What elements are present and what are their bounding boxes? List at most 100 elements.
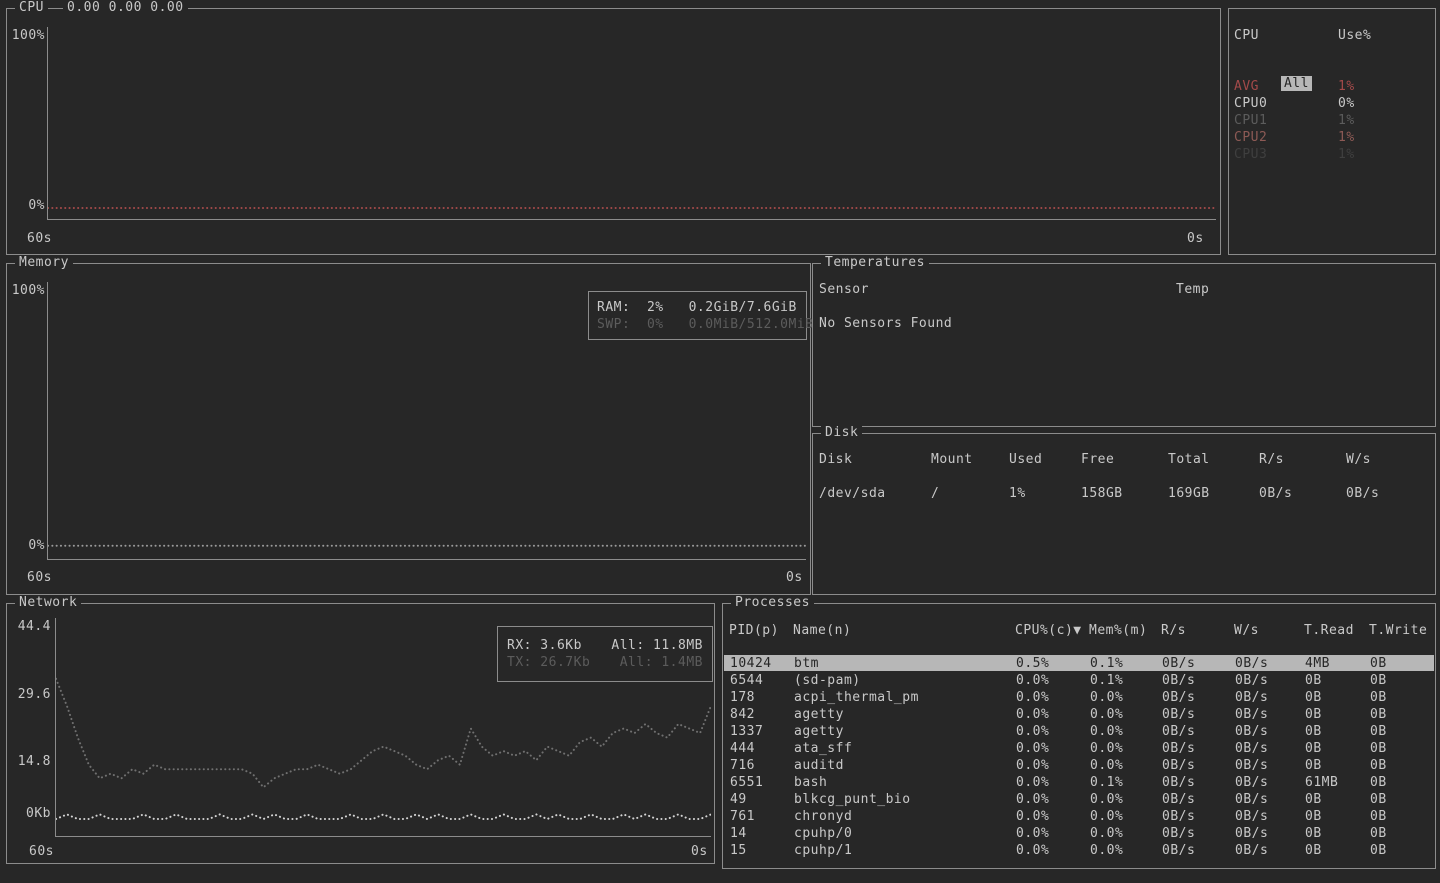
- process-row[interactable]: 49blkcg_punt_bio0.0%0.0%0B/s0B/s0B0B: [724, 791, 1434, 807]
- process-cell: 0B/s: [1235, 792, 1268, 807]
- process-cell: auditd: [794, 758, 844, 773]
- proc-col-cpu[interactable]: CPU%(c)▼: [1015, 623, 1082, 638]
- process-row[interactable]: 761chronyd0.0%0.0%0B/s0B/s0B0B: [724, 808, 1434, 824]
- process-cell: 61MB: [1305, 775, 1338, 790]
- process-cell: 0.1%: [1090, 775, 1123, 790]
- process-cell: agetty: [794, 724, 844, 739]
- process-row[interactable]: 14cpuhp/00.0%0.0%0B/s0B/s0B0B: [724, 825, 1434, 841]
- process-cell: 0B: [1370, 826, 1387, 841]
- memory-y-max-label: 100%: [9, 283, 45, 298]
- process-cell: 0B/s: [1162, 673, 1195, 688]
- process-cell: 0B: [1305, 690, 1322, 705]
- disk-col-free[interactable]: Free: [1081, 452, 1114, 467]
- process-cell: 0B/s: [1235, 724, 1268, 739]
- processes-panel-title: Processes: [731, 595, 814, 610]
- process-row[interactable]: 842agetty0.0%0.0%0B/s0B/s0B0B: [724, 706, 1434, 722]
- network-y-label-3: 44.4: [9, 619, 51, 634]
- process-cell: 0.0%: [1090, 690, 1123, 705]
- process-cell: 0B/s: [1235, 673, 1268, 688]
- process-cell: 0.0%: [1090, 843, 1123, 858]
- process-row[interactable]: 444ata_sff0.0%0.0%0B/s0B/s0B0B: [724, 740, 1434, 756]
- process-cell: 0.5%: [1016, 656, 1049, 671]
- tx-total-label: All: 1.4MB: [620, 655, 703, 670]
- process-cell: 0B/s: [1235, 741, 1268, 756]
- process-cell: 0B/s: [1235, 809, 1268, 824]
- network-x-left-label: 60s: [29, 844, 54, 859]
- process-cell: 0.0%: [1016, 741, 1049, 756]
- process-row[interactable]: 15cpuhp/10.0%0.0%0B/s0B/s0B0B: [724, 842, 1434, 858]
- process-cell: 0B: [1370, 690, 1387, 705]
- process-cell: 761: [730, 809, 755, 824]
- process-cell: cpuhp/1: [794, 843, 852, 858]
- process-cell: 0B: [1370, 843, 1387, 858]
- process-row[interactable]: 6544(sd-pam)0.0%0.1%0B/s0B/s0B0B: [724, 672, 1434, 688]
- process-cell: 0B: [1370, 792, 1387, 807]
- process-cell: 0.0%: [1016, 826, 1049, 841]
- process-cell: 15: [730, 843, 747, 858]
- disk-panel[interactable]: Disk Disk Mount Used Free Total R/s W/s …: [812, 433, 1436, 595]
- network-x-right-label: 0s: [691, 844, 708, 859]
- network-legend-box: RX: 3.6Kb All: 11.8MB TX: 26.7Kb All: 1.…: [497, 626, 713, 682]
- cpu-legend-panel[interactable]: CPU Use% All AVG 1% CPU0 0% CPU1 1% CPU2…: [1228, 8, 1436, 255]
- rx-total-label: All: 11.8MB: [611, 638, 703, 653]
- network-graph-panel[interactable]: Network 44.4 29.6 14.8 0Kb RX: 3.6Kb All…: [6, 603, 715, 864]
- temps-col-temp[interactable]: Temp: [1176, 282, 1209, 297]
- proc-col-twrite[interactable]: T.Write: [1369, 623, 1427, 638]
- proc-col-pid[interactable]: PID(p): [729, 623, 779, 638]
- cpu-loadavg: 0.00 0.00 0.00: [63, 0, 188, 15]
- memory-x-left-label: 60s: [27, 570, 52, 585]
- proc-col-tread[interactable]: T.Read: [1304, 623, 1354, 638]
- process-cell: btm: [794, 656, 819, 671]
- proc-col-name[interactable]: Name(n): [793, 623, 851, 638]
- disk-col-used[interactable]: Used: [1009, 452, 1042, 467]
- proc-col-rs[interactable]: R/s: [1161, 623, 1186, 638]
- process-cell: 0B: [1370, 707, 1387, 722]
- disk-col-rs[interactable]: R/s: [1259, 452, 1284, 467]
- process-cell: 0.0%: [1016, 792, 1049, 807]
- process-cell: (sd-pam): [794, 673, 861, 688]
- cpu-plot-area[interactable]: [47, 27, 1216, 220]
- btm-system-monitor: CPU 0.00 0.00 0.00 100% 0% 60s 0s CPU Us…: [0, 0, 1440, 883]
- temperatures-panel-title: Temperatures: [821, 255, 929, 270]
- process-cell: 0B: [1305, 843, 1322, 858]
- process-cell: 0.0%: [1016, 690, 1049, 705]
- temps-col-sensor[interactable]: Sensor: [819, 282, 869, 297]
- process-cell: 0B: [1305, 724, 1322, 739]
- process-cell: 0.0%: [1016, 673, 1049, 688]
- process-cell: 0.0%: [1090, 724, 1123, 739]
- processes-panel[interactable]: Processes PID(p) Name(n) CPU%(c)▼ Mem%(m…: [722, 603, 1436, 869]
- cpu-legend-all-label: All: [1281, 76, 1312, 91]
- disk-col-mount[interactable]: Mount: [931, 452, 973, 467]
- cpu-x-right-label: 0s: [1187, 231, 1204, 246]
- cpu-graph-panel[interactable]: CPU 0.00 0.00 0.00 100% 0% 60s 0s: [6, 8, 1221, 255]
- process-cell: 4MB: [1305, 656, 1330, 671]
- process-row[interactable]: 178acpi_thermal_pm0.0%0.0%0B/s0B/s0B0B: [724, 689, 1434, 705]
- memory-panel-title: Memory: [15, 255, 73, 270]
- disk-col-total[interactable]: Total: [1168, 452, 1210, 467]
- process-cell: bash: [794, 775, 827, 790]
- process-cell: 0.1%: [1090, 673, 1123, 688]
- proc-col-mem[interactable]: Mem%(m): [1089, 623, 1147, 638]
- disk-col-disk[interactable]: Disk: [819, 452, 852, 467]
- process-cell: 0B/s: [1162, 809, 1195, 824]
- process-cell: chronyd: [794, 809, 852, 824]
- cpu-y-min-label: 0%: [9, 198, 45, 213]
- process-cell: 0B: [1370, 724, 1387, 739]
- proc-col-ws[interactable]: W/s: [1234, 623, 1259, 638]
- process-row[interactable]: 1337agetty0.0%0.0%0B/s0B/s0B0B: [724, 723, 1434, 739]
- temperatures-panel[interactable]: Temperatures Sensor Temp No Sensors Foun…: [812, 263, 1436, 427]
- process-cell: 842: [730, 707, 755, 722]
- process-row[interactable]: 716auditd0.0%0.0%0B/s0B/s0B0B: [724, 757, 1434, 773]
- process-cell: 0B: [1305, 673, 1322, 688]
- disk-panel-title: Disk: [821, 425, 862, 440]
- process-cell: 0B: [1370, 673, 1387, 688]
- process-row[interactable]: 10424btm0.5%0.1%0B/s0B/s4MB0B: [724, 655, 1434, 671]
- process-cell: 0B: [1305, 809, 1322, 824]
- memory-graph-panel[interactable]: Memory 100% 0% RAM: 2% 0.2GiB/7.6GiB SWP…: [6, 263, 811, 595]
- process-cell: 0.0%: [1090, 707, 1123, 722]
- process-cell: 0.1%: [1090, 656, 1123, 671]
- process-cell: 0B: [1370, 775, 1387, 790]
- disk-col-ws[interactable]: W/s: [1346, 452, 1371, 467]
- process-row[interactable]: 6551bash0.0%0.1%0B/s0B/s61MB0B: [724, 774, 1434, 790]
- tx-rate-label: TX: 26.7Kb: [507, 655, 590, 670]
